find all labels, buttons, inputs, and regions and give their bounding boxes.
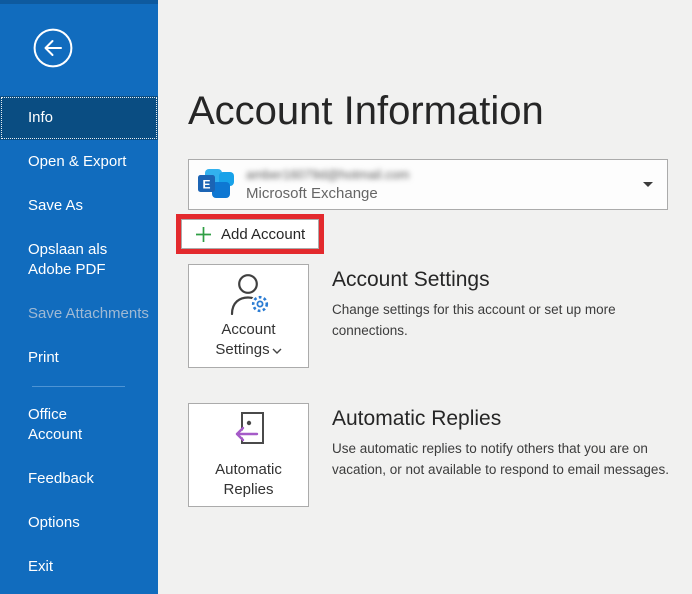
- sidebar-item-label: Options: [28, 514, 80, 531]
- back-arrow-icon: [33, 28, 73, 68]
- section-heading: Automatic Replies: [332, 406, 690, 432]
- automatic-replies-button[interactable]: Automatic Replies: [188, 403, 309, 507]
- page-title: Account Information: [188, 88, 692, 134]
- exchange-icon: E: [197, 169, 235, 201]
- sidebar-item-open-export[interactable]: Open & Export: [0, 140, 158, 184]
- add-account-button[interactable]: Add Account: [181, 219, 319, 249]
- account-information-panel: Account Information E amber16079d@hotmai…: [158, 0, 692, 594]
- back-button[interactable]: [33, 28, 73, 68]
- sidebar-item-label: Opslaan als Adobe PDF: [28, 240, 108, 280]
- automatic-replies-icon: [229, 411, 269, 455]
- add-account-label: Add Account: [221, 226, 305, 243]
- plus-icon: [195, 226, 212, 243]
- automatic-replies-texts: Automatic Replies Use automatic replies …: [332, 403, 690, 507]
- sidebar-item-office-account[interactable]: Office Account: [0, 393, 158, 457]
- chevron-down-icon: [272, 348, 282, 354]
- section-description: Change settings for this account or set …: [332, 299, 690, 341]
- account-selector-dropdown[interactable]: E amber16079d@hotmail.com Microsoft Exch…: [188, 159, 668, 210]
- backstage-sidebar: Info Open & Export Save As Opslaan als A…: [0, 0, 158, 594]
- highlight-annotation: Add Account: [176, 214, 324, 254]
- account-settings-tile-label: Account Settings: [203, 320, 295, 360]
- dropdown-caret-icon: [643, 182, 653, 187]
- sidebar-item-opslaan-als-adobe-pdf[interactable]: Opslaan als Adobe PDF: [0, 228, 158, 292]
- svg-text:E: E: [202, 177, 210, 191]
- account-provider: Microsoft Exchange: [246, 185, 643, 202]
- sidebar-item-label: Save Attachments: [28, 305, 149, 322]
- sidebar-divider: [32, 386, 125, 387]
- sidebar-item-label: Print: [28, 349, 59, 366]
- automatic-replies-tile-label: Automatic Replies: [203, 460, 295, 500]
- account-selector-texts: amber16079d@hotmail.com Microsoft Exchan…: [246, 167, 643, 202]
- sidebar-item-label: Office Account: [28, 405, 108, 445]
- sidebar-menu: Info Open & Export Save As Opslaan als A…: [0, 96, 158, 589]
- section-heading: Account Settings: [332, 267, 690, 293]
- sidebar-item-save-attachments: Save Attachments: [0, 292, 158, 336]
- sidebar-item-save-as[interactable]: Save As: [0, 184, 158, 228]
- sidebar-item-info[interactable]: Info: [0, 96, 158, 140]
- sidebar-item-label: Feedback: [28, 470, 94, 487]
- sidebar-item-options[interactable]: Options: [0, 501, 158, 545]
- account-settings-icon: [223, 273, 275, 315]
- sidebar-item-feedback[interactable]: Feedback: [0, 457, 158, 501]
- sidebar-item-exit[interactable]: Exit: [0, 545, 158, 589]
- sidebar-item-print[interactable]: Print: [0, 336, 158, 380]
- outlook-backstage-window: Info Open & Export Save As Opslaan als A…: [0, 0, 692, 594]
- section-description: Use automatic replies to notify others t…: [332, 438, 690, 480]
- sidebar-item-label: Save As: [28, 197, 83, 214]
- account-email: amber16079d@hotmail.com: [246, 167, 410, 182]
- automatic-replies-section: Automatic Replies Automatic Replies Use …: [188, 403, 692, 507]
- account-settings-texts: Account Settings Change settings for thi…: [332, 264, 690, 368]
- sidebar-item-label: Exit: [28, 558, 53, 575]
- account-settings-button[interactable]: Account Settings: [188, 264, 309, 368]
- sidebar-item-label: Open & Export: [28, 153, 126, 170]
- sidebar-item-label: Info: [28, 109, 53, 126]
- account-settings-section: Account Settings Account Settings Change…: [188, 264, 692, 368]
